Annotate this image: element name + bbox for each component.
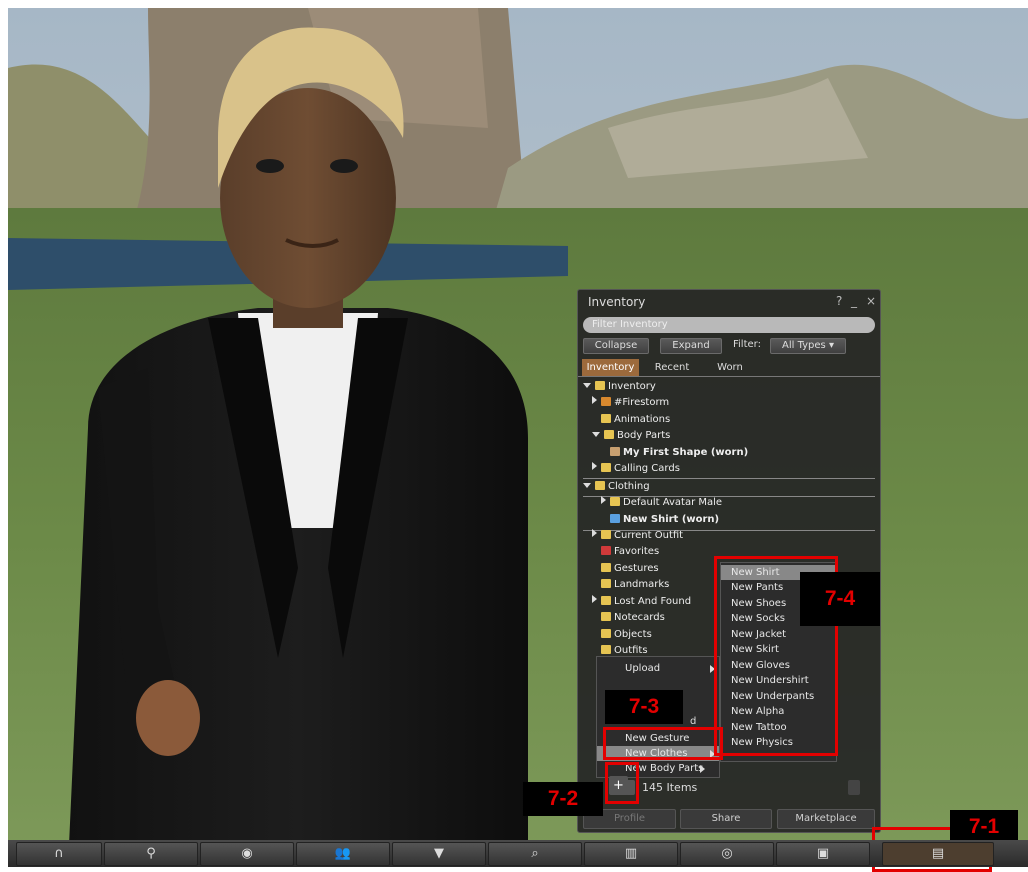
filter-type-value: All Types — [782, 340, 826, 351]
folder-icon — [610, 497, 620, 506]
tree-item-new-shirt[interactable]: New Shirt (worn) — [610, 512, 719, 528]
marketplace-button[interactable]: Marketplace — [777, 809, 875, 829]
filter-label: Filter: — [733, 339, 761, 350]
tab-worn[interactable]: Worn — [702, 359, 758, 376]
tree-item-animations[interactable]: Animations — [601, 412, 670, 428]
walk-button[interactable]: ⚲ — [104, 842, 198, 866]
radar-button[interactable]: ◎ — [680, 842, 774, 866]
folder-icon — [601, 530, 611, 539]
filter-inventory-input[interactable]: Filter Inventory — [583, 317, 875, 333]
annotation-label-7-3: 7-3 — [605, 690, 683, 724]
map-button[interactable]: ▥ — [584, 842, 678, 866]
menu-item-upload[interactable]: Upload — [597, 661, 719, 676]
tree-item-gestures[interactable]: Gestures — [601, 561, 659, 577]
headphones-icon: ∩ — [54, 846, 64, 861]
notecards-folder-icon — [601, 612, 611, 621]
voice-button[interactable]: ∩ — [16, 842, 102, 866]
tree-item-body-parts[interactable]: Body Parts — [592, 428, 670, 444]
snapshot-button[interactable]: ▣ — [776, 842, 870, 866]
annotation-label-7-1: 7-1 — [950, 810, 1018, 844]
search-icon: ⌕ — [531, 846, 539, 861]
expanded-arrow-icon — [583, 483, 591, 488]
help-button[interactable]: ? — [836, 294, 842, 308]
animation-folder-icon — [601, 414, 611, 423]
shirt-icon — [610, 514, 620, 523]
tree-item-lost-and-found[interactable]: Lost And Found — [592, 594, 691, 610]
folder-icon — [595, 381, 605, 390]
close-button[interactable]: × — [866, 294, 876, 308]
tree-item-my-first-shape[interactable]: My First Shape (worn) — [610, 445, 748, 461]
tree-item-current-outfit[interactable]: Current Outfit — [592, 528, 683, 544]
bottom-toolbar: ∩ ⚲ ◉ 👥 ▼ ⌕ ▥ ◎ ▣ ▤ — [8, 840, 1028, 867]
inventory-icon: ▤ — [931, 846, 945, 861]
walk-icon: ⚲ — [146, 846, 156, 861]
collapsed-arrow-icon — [601, 496, 606, 504]
shirt-icon: ▼ — [434, 846, 444, 861]
tree-item-landmarks[interactable]: Landmarks — [601, 577, 669, 593]
delete-icon[interactable] — [848, 780, 860, 795]
tab-recent[interactable]: Recent — [642, 359, 702, 376]
folder-icon — [601, 397, 611, 406]
partially-hidden-menu-text: d — [690, 716, 697, 727]
submenu-arrow-icon — [700, 765, 705, 773]
folder-icon — [601, 463, 611, 472]
collapsed-arrow-icon — [592, 529, 597, 537]
body-parts-folder-icon — [604, 430, 614, 439]
radar-icon: ◎ — [721, 846, 733, 861]
expanded-arrow-icon — [592, 432, 600, 437]
tree-item-default-avatar-male[interactable]: Default Avatar Male — [601, 495, 722, 511]
lost-found-folder-icon — [601, 596, 611, 605]
tree-item-firestorm[interactable]: #Firestorm — [592, 395, 669, 411]
annotation-box-7-2 — [605, 762, 639, 804]
collapsed-arrow-icon — [592, 396, 597, 404]
objects-folder-icon — [601, 629, 611, 638]
tab-inventory[interactable]: Inventory — [582, 359, 639, 376]
window-title: Inventory — [588, 295, 646, 309]
map-icon: ▥ — [624, 846, 638, 861]
minimize-button[interactable]: _ — [851, 294, 857, 308]
shape-icon — [610, 447, 620, 456]
tree-item-inventory[interactable]: Inventory — [583, 379, 656, 395]
favorites-icon — [601, 546, 611, 555]
tree-item-notecards[interactable]: Notecards — [601, 610, 665, 626]
annotation-label-7-2: 7-2 — [523, 782, 603, 816]
collapsed-arrow-icon — [592, 595, 597, 603]
annotation-box-7-3 — [603, 727, 723, 760]
landmarks-folder-icon — [601, 579, 611, 588]
appearance-button[interactable]: ▼ — [392, 842, 486, 866]
collapse-button[interactable]: Collapse — [583, 338, 649, 354]
tree-item-calling-cards[interactable]: Calling Cards — [592, 461, 680, 477]
filter-type-dropdown[interactable]: All Types ▾ — [770, 338, 846, 354]
tree-item-clothing[interactable]: Clothing — [583, 479, 650, 495]
outfits-folder-icon — [601, 645, 611, 654]
annotation-label-7-4: 7-4 — [800, 572, 880, 626]
people-button[interactable]: 👥 — [296, 842, 390, 866]
search-button[interactable]: ⌕ — [488, 842, 582, 866]
tree-item-objects[interactable]: Objects — [601, 627, 652, 643]
item-count: 145 Items — [642, 781, 698, 794]
expanded-arrow-icon — [583, 383, 591, 388]
camera-icon: ▣ — [816, 846, 830, 861]
inventory-button[interactable]: ▤ — [882, 842, 994, 866]
people-icon: 👥 — [334, 846, 352, 861]
eye-icon: ◉ — [241, 846, 253, 861]
view-button[interactable]: ◉ — [200, 842, 294, 866]
expand-button[interactable]: Expand — [660, 338, 722, 354]
share-button[interactable]: Share — [680, 809, 772, 829]
tree-item-favorites[interactable]: Favorites — [601, 544, 659, 560]
collapsed-arrow-icon — [592, 462, 597, 470]
gestures-folder-icon — [601, 563, 611, 572]
chevron-down-icon: ▾ — [828, 340, 834, 351]
clothing-folder-icon — [595, 481, 605, 490]
tab-divider — [578, 376, 880, 377]
3d-viewport[interactable]: Inventory ? _ × Filter Inventory Collaps… — [8, 8, 1028, 867]
